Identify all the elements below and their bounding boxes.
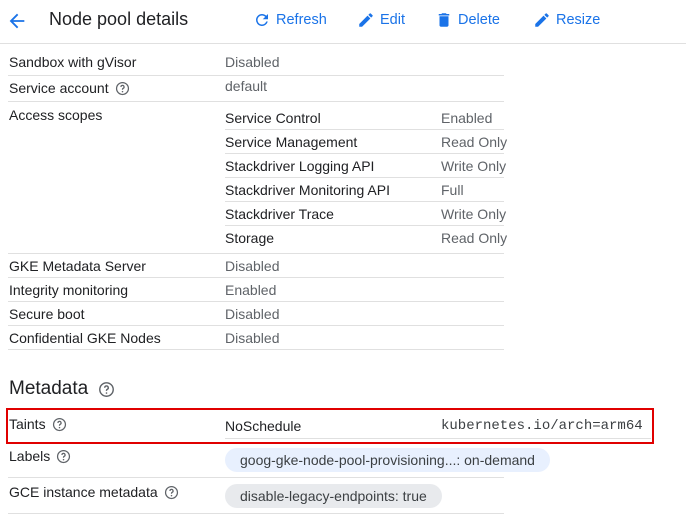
row-label: GKE Metadata Server [9,258,146,274]
section-title-metadata: Metadata [9,378,115,400]
back-arrow-icon[interactable] [6,10,28,32]
row-value: default [225,78,268,94]
metadata-chip[interactable]: disable-legacy-endpoints: true [225,484,442,508]
detail-row-labels: Labels goog-gke-node-pool-provisioning..… [8,444,550,478]
row-label: GCE instance metadata [9,484,179,500]
detail-row-sandbox: Sandbox with gVisor Disabled [8,50,504,76]
label-chip[interactable]: goog-gke-node-pool-provisioning...: on-d… [225,448,550,472]
scope-name: Service Management [225,134,358,150]
scope-value: Read Only [441,230,508,246]
delete-label: Delete [458,12,500,28]
divider [225,129,504,130]
resize-label: Resize [556,12,601,28]
detail-row-secure-boot: Secure boot Disabled [8,302,504,326]
scope-name: Stackdriver Trace [225,206,334,222]
detail-row-gce-instance-metadata: GCE instance metadata disable-legacy-end… [8,478,504,514]
scope-name: Stackdriver Monitoring API [225,182,390,198]
divider [225,201,504,202]
delete-button[interactable]: Delete [435,9,500,31]
row-label: Confidential GKE Nodes [9,330,161,346]
detail-row-service-account: Service account default [8,76,504,102]
help-icon[interactable] [98,381,115,398]
help-icon[interactable] [115,81,130,96]
scope-value: Enabled [441,110,493,126]
scope-value: Full [441,182,464,198]
refresh-label: Refresh [276,12,327,28]
detail-row-confidential-nodes: Confidential GKE Nodes Disabled [8,326,504,350]
row-value: Enabled [225,282,277,298]
row-label: Access scopes [9,107,103,123]
scope-name: Service Control [225,110,321,126]
refresh-button[interactable]: Refresh [253,9,327,31]
divider [225,153,504,154]
help-icon[interactable] [56,449,71,464]
row-label: Labels [9,448,71,464]
row-value: Disabled [225,258,280,274]
page-title: Node pool details [49,9,189,29]
row-label: Integrity monitoring [9,282,129,298]
trash-icon [438,13,450,27]
row-value: Disabled [225,330,280,346]
detail-row-gke-metadata-server: GKE Metadata Server Disabled [8,254,504,278]
pencil-icon [359,13,373,27]
help-icon[interactable] [164,485,179,500]
row-label-text: Service account [9,80,109,96]
row-value: Disabled [225,54,280,70]
section-title-text: Metadata [9,378,89,399]
row-label: Secure boot [9,306,85,322]
scope-name: Storage [225,230,275,246]
divider [225,225,504,226]
divider [225,177,504,178]
scope-value: Read Only [441,134,508,150]
scope-name: Stackdriver Logging API [225,158,375,174]
detail-row-integrity-monitoring: Integrity monitoring Enabled [8,278,504,302]
highlight-box [6,408,654,444]
toolbar: Node pool details Refresh Edit Delete Re… [0,0,686,44]
resize-button[interactable]: Resize [533,9,600,31]
row-label: Sandbox with gVisor [9,54,137,70]
row-label: Service account [9,80,130,96]
edit-button[interactable]: Edit [357,9,405,31]
row-label-text: GCE instance metadata [9,484,158,500]
refresh-icon [255,13,268,26]
edit-label: Edit [380,12,405,28]
scope-value: Write Only [441,206,507,222]
row-label-text: Labels [9,448,51,464]
scope-value: Write Only [441,158,507,174]
row-value: Disabled [225,306,280,322]
pencil-icon [535,13,549,27]
